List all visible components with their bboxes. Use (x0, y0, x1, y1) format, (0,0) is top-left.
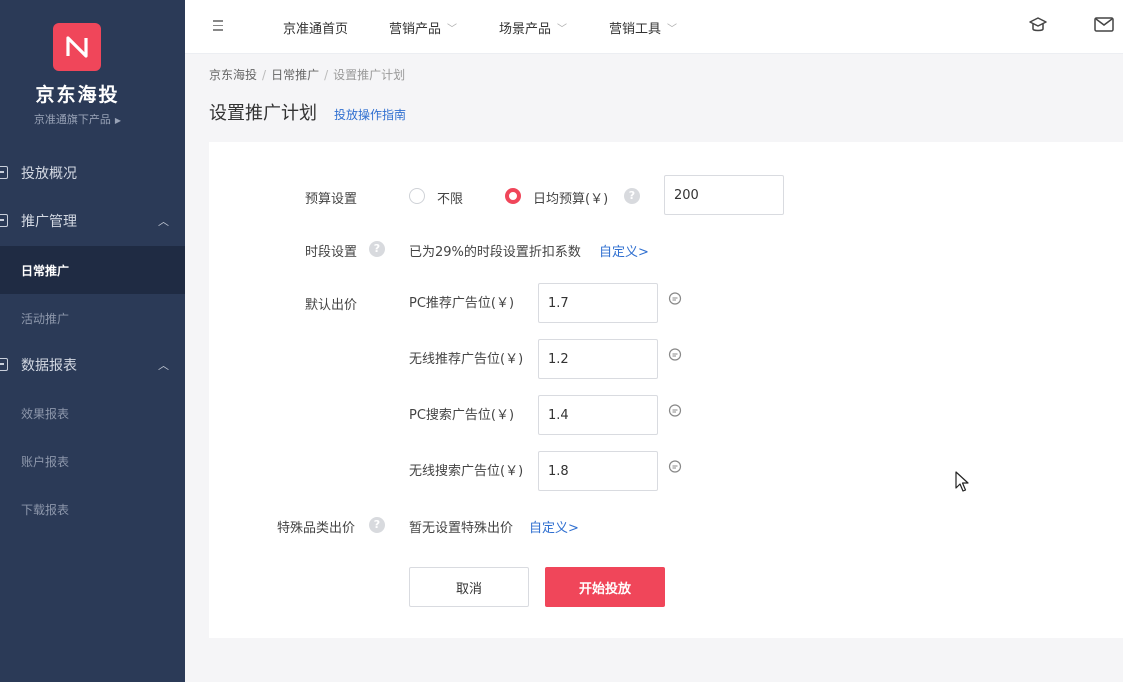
radio-unlimited[interactable] (409, 188, 425, 204)
sidebar-item-label: 数据报表 (21, 358, 77, 374)
sidebar-item-download-report[interactable]: 下载报表 (0, 485, 185, 533)
sidebar-item-account-report[interactable]: 账户报表 (0, 437, 185, 485)
breadcrumb-item[interactable]: 日常推广 (271, 68, 319, 82)
radio-daily-budget[interactable] (505, 188, 521, 204)
radio-daily-budget-label[interactable]: 日均预算(￥) (533, 188, 608, 207)
help-icon[interactable]: ? (624, 188, 640, 204)
chevron-down-icon: ﹀ (557, 23, 568, 35)
caret-right-icon: ▶ (114, 116, 122, 125)
chat-bubble-icon[interactable] (668, 460, 682, 474)
chevron-down-icon: ﹀ (447, 23, 458, 35)
sidebar-item-overview[interactable]: 投放概况 (0, 151, 185, 195)
breadcrumb-item[interactable]: 京东海投 (209, 68, 257, 82)
top-nav-marketing-products[interactable]: 营销产品 ﹀ (389, 0, 457, 54)
bid-input-pc-search[interactable]: 1.4 (538, 395, 658, 435)
brand-subtitle-link[interactable]: 京准通旗下产品 ▶ (0, 111, 155, 127)
sidebar-group-promotion[interactable]: 推广管理 ︿ (0, 199, 185, 243)
radio-unlimited-label[interactable]: 不限 (437, 188, 463, 207)
mail-icon[interactable] (1093, 14, 1115, 36)
breadcrumb-item-current: 设置推广计划 (333, 68, 406, 82)
chat-bubble-icon[interactable] (668, 292, 682, 306)
bid-row-label: PC搜索广告位(￥) (409, 408, 515, 423)
start-delivery-button[interactable]: 开始投放 (545, 567, 665, 607)
bid-input-mobile-recommend[interactable]: 1.2 (538, 339, 658, 379)
sidebar-item-daily-promotion[interactable]: 日常推广 (0, 246, 185, 294)
sidebar-item-label: 推广管理 (21, 214, 77, 230)
sidebar-item-effect-report[interactable]: 效果报表 (0, 389, 185, 437)
chat-bubble-icon[interactable] (668, 348, 682, 362)
top-nav-label: 场景产品 (499, 21, 552, 37)
plan-form-card: 预算设置 不限 日均预算(￥) ? 200 时段设置 ? 已为29%的时段设置折… (209, 142, 1123, 638)
menu-icon[interactable] (213, 20, 223, 31)
daily-budget-input[interactable]: 200 (664, 175, 784, 215)
brand-logo-icon[interactable] (53, 23, 101, 71)
sidebar-item-activity-promotion[interactable]: 活动推广 (0, 294, 185, 342)
graduation-cap-icon[interactable] (1027, 14, 1049, 36)
breadcrumb: 京东海投 / 日常推广 / 设置推广计划 (209, 68, 406, 82)
default-bid-label: 默认出价 (305, 298, 358, 313)
top-nav-label: 营销工具 (609, 21, 662, 37)
sidebar-group-reports[interactable]: 数据报表 ︿ (0, 343, 185, 387)
top-bar: 京准通首页 营销产品 ﹀ 场景产品 ﹀ 营销工具 ﹀ (185, 0, 1123, 54)
bid-row-label: 无线搜索广告位(￥) (409, 464, 524, 479)
schedule-text: 已为29%的时段设置折扣系数 (409, 245, 581, 260)
special-bid-label: 特殊品类出价 (277, 521, 356, 536)
brand-title: 京东海投 (35, 84, 120, 106)
overview-icon (0, 166, 8, 179)
schedule-label: 时段设置 (305, 245, 358, 260)
cancel-button[interactable]: 取消 (409, 567, 529, 607)
special-bid-text: 暂无设置特殊出价 (409, 521, 514, 536)
mouse-cursor-icon (955, 471, 969, 492)
bid-input-mobile-search[interactable]: 1.8 (538, 451, 658, 491)
schedule-customize-link[interactable]: 自定义> (599, 241, 649, 260)
bid-row-label: 无线推荐广告位(￥) (409, 352, 524, 367)
bid-input-pc-recommend[interactable]: 1.7 (538, 283, 658, 323)
page-title: 设置推广计划 (209, 103, 317, 124)
top-nav-home[interactable]: 京准通首页 (283, 0, 348, 54)
bid-row-label: PC推荐广告位(￥) (409, 296, 515, 311)
chevron-up-icon: ︿ (158, 215, 169, 228)
budget-label: 预算设置 (305, 192, 358, 207)
sidebar: 京东海投 京准通旗下产品 ▶ 投放概况 推广管理 ︿ 日常推广 活动推广 数据报表… (0, 0, 185, 682)
help-icon[interactable]: ? (369, 517, 385, 533)
reports-icon (0, 358, 8, 371)
special-customize-link[interactable]: 自定义> (529, 517, 579, 536)
top-nav-label: 营销产品 (389, 21, 442, 37)
brand-subtitle: 京准通旗下产品 (33, 113, 111, 126)
sidebar-item-label: 投放概况 (21, 166, 77, 182)
chevron-down-icon: ﹀ (667, 23, 678, 35)
top-nav-marketing-tools[interactable]: 营销工具 ﹀ (609, 0, 677, 54)
top-nav-scene-products[interactable]: 场景产品 ﹀ (499, 0, 567, 54)
guide-link[interactable]: 投放操作指南 (334, 106, 406, 123)
top-nav-label: 京准通首页 (283, 21, 349, 37)
chevron-up-icon: ︿ (158, 359, 169, 372)
chat-bubble-icon[interactable] (668, 404, 682, 418)
promotion-icon (0, 214, 8, 227)
help-icon[interactable]: ? (369, 241, 385, 257)
